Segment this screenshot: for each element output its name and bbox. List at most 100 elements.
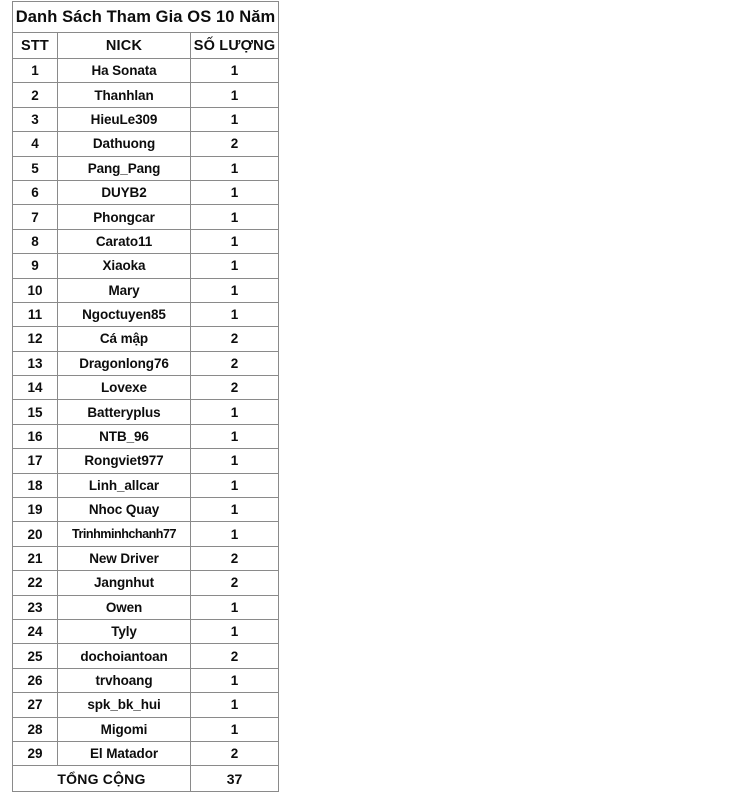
- cell-quantity: 1: [189, 423, 280, 450]
- cell-quantity: 1: [189, 594, 280, 620]
- cell-quantity: 2: [189, 740, 280, 767]
- cell-quantity: 1: [189, 253, 280, 279]
- cell-stt: 13: [12, 350, 58, 377]
- table-row: 3 HieuLe309 1: [12, 106, 280, 133]
- table-row: 18 Linh_allcar 1: [12, 472, 280, 499]
- cell-nick: trvhoang: [57, 667, 191, 694]
- table-row: 14 Lovexe 2: [12, 375, 280, 401]
- cell-nick: Tyly: [57, 618, 191, 645]
- cell-stt: 29: [12, 740, 58, 767]
- cell-nick: Xiaoka: [57, 253, 191, 279]
- table-row: 20 Trinhminhchanh77 1: [12, 521, 280, 547]
- cell-quantity: 1: [189, 692, 280, 718]
- cell-quantity: 1: [189, 716, 280, 742]
- cell-nick: Ngoctuyen85: [57, 301, 191, 328]
- table-body: Danh Sách Tham Gia OS 10 Năm STT NICK SỐ…: [11, 1, 280, 792]
- table-row: 26 trvhoang 1: [12, 667, 280, 694]
- cell-nick: El Matador: [57, 740, 191, 767]
- cell-nick: Dathuong: [57, 131, 191, 157]
- cell-stt: 9: [12, 253, 58, 279]
- column-header-nick: NICK: [57, 32, 191, 59]
- cell-stt: 24: [12, 618, 58, 645]
- table-row: 9 Xiaoka 1: [12, 253, 280, 279]
- cell-stt: 3: [12, 106, 58, 133]
- cell-nick: New Driver: [57, 545, 191, 572]
- table-row: 4 Dathuong 2: [12, 131, 280, 157]
- cell-nick: HieuLe309: [57, 106, 191, 133]
- table-row: 12 Cá mập 2: [12, 326, 280, 352]
- cell-nick: Rongviet977: [57, 448, 191, 474]
- cell-stt: 5: [12, 155, 58, 181]
- table-row: 11 Ngoctuyen85 1: [12, 301, 280, 328]
- cell-stt: 7: [12, 204, 58, 230]
- table-row: 8 Carato11 1: [12, 228, 280, 255]
- title-row: Danh Sách Tham Gia OS 10 Năm: [11, 1, 280, 33]
- cell-quantity: 2: [189, 643, 280, 669]
- table-row: 24 Tyly 1: [12, 618, 280, 645]
- table-row: 5 Pang_Pang 1: [12, 155, 280, 181]
- column-header-quantity: SỐ LƯỢNG: [189, 32, 280, 59]
- cell-stt: 16: [12, 423, 58, 450]
- total-row: TỔNG CỘNG 37: [12, 765, 280, 792]
- cell-quantity: 2: [189, 375, 280, 401]
- cell-quantity: 1: [189, 521, 280, 547]
- participant-table: Danh Sách Tham Gia OS 10 Năm STT NICK SỐ…: [11, 1, 280, 792]
- table-container: Danh Sách Tham Gia OS 10 Năm STT NICK SỐ…: [11, 1, 280, 792]
- cell-quantity: 1: [189, 57, 280, 84]
- table-row: 17 Rongviet977 1: [12, 448, 280, 474]
- cell-nick: Carato11: [57, 228, 191, 255]
- cell-quantity: 1: [189, 179, 280, 206]
- table-row: 22 Jangnhut 2: [12, 570, 280, 596]
- table-row: 28 Migomi 1: [12, 716, 280, 742]
- cell-quantity: 2: [189, 570, 280, 596]
- cell-stt: 21: [12, 545, 58, 572]
- page-title: Danh Sách Tham Gia OS 10 Năm: [11, 1, 280, 33]
- cell-stt: 22: [12, 570, 58, 596]
- cell-stt: 18: [12, 472, 58, 499]
- table-row: 25 dochoiantoan 2: [12, 643, 280, 669]
- cell-nick: DUYB2: [57, 179, 191, 206]
- cell-nick: Thanhlan: [57, 82, 191, 108]
- table-row: 7 Phongcar 1: [12, 204, 280, 230]
- cell-nick: Nhoc Quay: [57, 497, 191, 523]
- cell-quantity: 1: [189, 204, 280, 230]
- cell-quantity: 2: [189, 131, 280, 157]
- cell-stt: 15: [12, 399, 58, 425]
- cell-stt: 28: [12, 716, 58, 742]
- cell-nick: spk_bk_hui: [57, 692, 191, 718]
- cell-nick: Lovexe: [57, 375, 191, 401]
- cell-nick: Cá mập: [57, 326, 191, 352]
- table-row: 21 New Driver 2: [12, 545, 280, 572]
- cell-nick: dochoiantoan: [57, 643, 191, 669]
- cell-quantity: 1: [189, 472, 280, 499]
- cell-stt: 17: [12, 448, 58, 474]
- table-row: 16 NTB_96 1: [12, 423, 280, 450]
- cell-stt: 11: [12, 301, 58, 328]
- cell-stt: 20: [12, 521, 58, 547]
- cell-stt: 8: [12, 228, 58, 255]
- table-row: 2 Thanhlan 1: [12, 82, 280, 108]
- cell-quantity: 1: [189, 106, 280, 133]
- cell-nick: Mary: [57, 277, 191, 303]
- table-row: 29 El Matador 2: [12, 740, 280, 767]
- cell-stt: 27: [12, 692, 58, 718]
- cell-stt: 23: [12, 594, 58, 620]
- cell-quantity: 2: [189, 326, 280, 352]
- table-row: 23 Owen 1: [12, 594, 280, 620]
- cell-quantity: 1: [189, 399, 280, 425]
- table-row: 27 spk_bk_hui 1: [12, 692, 280, 718]
- table-row: 15 Batteryplus 1: [12, 399, 280, 425]
- table-row: 1 Ha Sonata 1: [12, 57, 280, 84]
- cell-quantity: 2: [189, 545, 280, 572]
- cell-nick: Phongcar: [57, 204, 191, 230]
- cell-stt: 10: [12, 277, 58, 303]
- table-row: 6 DUYB2 1: [12, 179, 280, 206]
- cell-stt: 1: [12, 57, 58, 84]
- cell-nick: Batteryplus: [57, 399, 191, 425]
- cell-quantity: 1: [189, 82, 280, 108]
- column-header-stt: STT: [12, 32, 58, 59]
- cell-stt: 4: [12, 131, 58, 157]
- cell-nick: NTB_96: [57, 423, 191, 450]
- table-row: 13 Dragonlong76 2: [12, 350, 280, 377]
- cell-quantity: 2: [189, 350, 280, 377]
